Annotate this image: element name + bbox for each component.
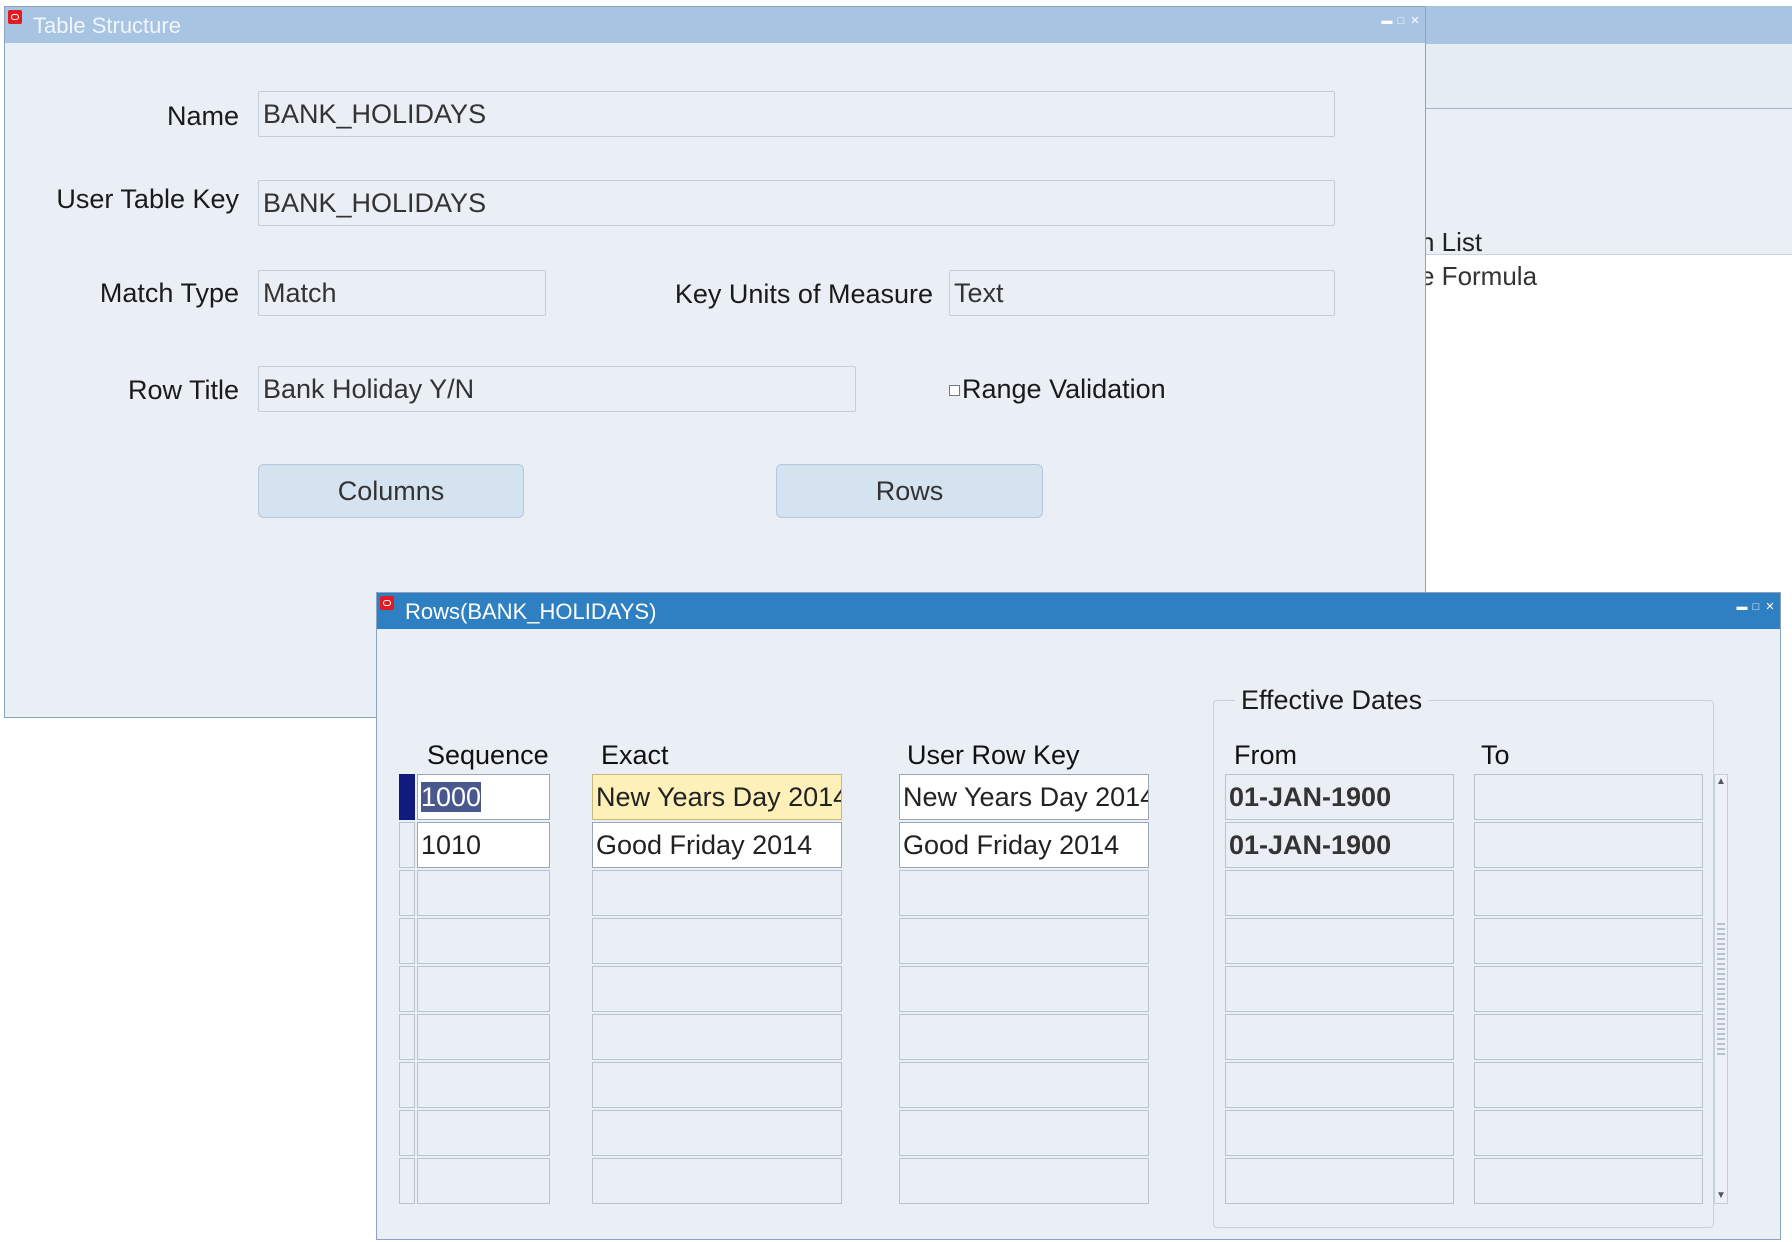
sequence-cell[interactable]: 1010 xyxy=(417,822,550,868)
to-cell[interactable] xyxy=(1474,774,1703,820)
exact-header: Exact xyxy=(601,740,669,770)
oracle-app-icon xyxy=(380,596,394,610)
exact-cell[interactable] xyxy=(592,966,842,1012)
sequence-cell[interactable] xyxy=(417,1158,550,1204)
user-row-key-cell[interactable] xyxy=(899,966,1149,1012)
row-indicator[interactable] xyxy=(399,870,415,916)
user-row-key-cell[interactable] xyxy=(899,870,1149,916)
row-indicator[interactable] xyxy=(399,774,415,820)
to-cell[interactable] xyxy=(1474,1062,1703,1108)
from-cell[interactable]: 01-JAN-1900 xyxy=(1225,822,1454,868)
to-cell[interactable] xyxy=(1474,1110,1703,1156)
match-type-label: Match Type xyxy=(99,278,239,308)
row-indicator[interactable] xyxy=(399,1110,415,1156)
background-list: e Formula xyxy=(1420,254,1792,605)
scroll-down-icon[interactable]: ▼ xyxy=(1716,1191,1726,1201)
name-label: Name xyxy=(166,101,239,131)
range-validation-checkbox[interactable] xyxy=(949,385,960,396)
maximize-icon[interactable]: □ xyxy=(1395,16,1407,28)
user-table-key-label: User Table Key xyxy=(56,184,239,214)
row-indicator[interactable] xyxy=(399,1062,415,1108)
background-window-titlebar xyxy=(1420,6,1792,44)
row-indicator[interactable] xyxy=(399,1158,415,1204)
to-header: To xyxy=(1481,740,1510,770)
to-cell[interactable] xyxy=(1474,1014,1703,1060)
columns-button[interactable]: Columns xyxy=(258,464,524,518)
effective-dates-label: Effective Dates xyxy=(1235,685,1429,716)
exact-cell[interactable]: New Years Day 2014 xyxy=(592,774,842,820)
from-cell[interactable] xyxy=(1225,1014,1454,1060)
from-cell[interactable] xyxy=(1225,966,1454,1012)
row-title-label: Row Title xyxy=(127,375,239,405)
to-cell[interactable] xyxy=(1474,870,1703,916)
rows-titlebar[interactable]: Rows(BANK_HOLIDAYS) ▬ □ ✕ xyxy=(377,593,1780,629)
user-row-key-cell[interactable] xyxy=(899,918,1149,964)
to-cell[interactable] xyxy=(1474,918,1703,964)
background-window-body: n List xyxy=(1420,109,1792,259)
user-row-key-cell[interactable]: Good Friday 2014 xyxy=(899,822,1149,868)
row-indicator[interactable] xyxy=(399,966,415,1012)
key-units-label: Key Units of Measure xyxy=(674,279,933,309)
exact-cell[interactable]: Good Friday 2014 xyxy=(592,822,842,868)
sequence-cell[interactable] xyxy=(417,1110,550,1156)
range-validation-label[interactable]: Range Validation xyxy=(962,374,1166,405)
user-row-key-header: User Row Key xyxy=(907,740,1080,770)
exact-cell[interactable] xyxy=(592,1158,842,1204)
scroll-up-icon[interactable]: ▲ xyxy=(1716,777,1726,787)
sequence-cell[interactable] xyxy=(417,1062,550,1108)
minimize-icon[interactable]: ▬ xyxy=(1736,602,1748,614)
row-indicator[interactable] xyxy=(399,1014,415,1060)
table-structure-titlebar[interactable]: Table Structure ▬ □ ✕ xyxy=(5,7,1425,43)
sequence-cell[interactable]: 1000 xyxy=(417,774,550,820)
background-list-item[interactable]: e Formula xyxy=(1420,261,1537,292)
user-row-key-cell[interactable] xyxy=(899,1014,1149,1060)
name-field[interactable]: BANK_HOLIDAYS xyxy=(258,91,1335,137)
to-cell[interactable] xyxy=(1474,1158,1703,1204)
user-row-key-cell[interactable] xyxy=(899,1110,1149,1156)
user-table-key-field[interactable]: BANK_HOLIDAYS xyxy=(258,180,1335,226)
exact-cell[interactable] xyxy=(592,870,842,916)
row-title-field[interactable]: Bank Holiday Y/N xyxy=(258,366,856,412)
rows-window: Rows(BANK_HOLIDAYS) ▬ □ ✕ Effective Date… xyxy=(376,592,1781,1240)
user-row-key-cell[interactable]: New Years Day 2014 xyxy=(899,774,1149,820)
scroll-thumb[interactable] xyxy=(1717,923,1725,1055)
from-cell[interactable] xyxy=(1225,1062,1454,1108)
rows-window-title: Rows(BANK_HOLIDAYS) xyxy=(405,599,657,624)
sequence-cell[interactable] xyxy=(417,870,550,916)
minimize-icon[interactable]: ▬ xyxy=(1381,16,1393,28)
maximize-icon[interactable]: □ xyxy=(1750,602,1762,614)
from-cell[interactable]: 01-JAN-1900 xyxy=(1225,774,1454,820)
row-indicator[interactable] xyxy=(399,918,415,964)
from-cell[interactable] xyxy=(1225,918,1454,964)
selected-text: 1000 xyxy=(421,782,482,812)
window-title: Table Structure xyxy=(33,13,181,38)
user-row-key-cell[interactable] xyxy=(899,1062,1149,1108)
close-icon[interactable]: ✕ xyxy=(1409,16,1421,28)
rows-button[interactable]: Rows xyxy=(776,464,1043,518)
from-cell[interactable] xyxy=(1225,1110,1454,1156)
background-window-toolbar xyxy=(1420,44,1792,109)
exact-cell[interactable] xyxy=(592,1062,842,1108)
from-cell[interactable] xyxy=(1225,1158,1454,1204)
user-row-key-cell[interactable] xyxy=(899,1158,1149,1204)
close-icon[interactable]: ✕ xyxy=(1764,602,1776,614)
sequence-cell[interactable] xyxy=(417,966,550,1012)
match-type-field[interactable]: Match xyxy=(258,270,546,316)
row-indicator[interactable] xyxy=(399,822,415,868)
exact-cell[interactable] xyxy=(592,1110,842,1156)
from-header: From xyxy=(1234,740,1297,770)
exact-cell[interactable] xyxy=(592,918,842,964)
key-units-field[interactable]: Text xyxy=(949,270,1335,316)
to-cell[interactable] xyxy=(1474,822,1703,868)
vertical-scrollbar[interactable]: ▲ ▼ xyxy=(1714,774,1728,1204)
exact-cell[interactable] xyxy=(592,1014,842,1060)
sequence-cell[interactable] xyxy=(417,1014,550,1060)
oracle-app-icon xyxy=(8,10,22,24)
from-cell[interactable] xyxy=(1225,870,1454,916)
to-cell[interactable] xyxy=(1474,966,1703,1012)
sequence-cell[interactable] xyxy=(417,918,550,964)
sequence-header: Sequence xyxy=(427,740,549,770)
